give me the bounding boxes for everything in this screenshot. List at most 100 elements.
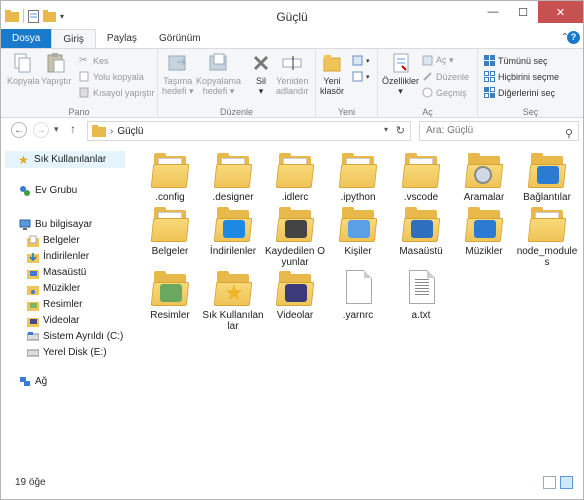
nav-item-homegroup[interactable]: Ev Grubu: [19, 182, 77, 199]
move-to-button[interactable]: Taşıma hedefi ▾: [162, 52, 194, 96]
new-item-icon: [352, 55, 363, 66]
maximize-button[interactable]: ☐: [508, 1, 538, 23]
address-dropdown-icon[interactable]: ▾: [384, 125, 388, 134]
list-item[interactable]: Resimler: [139, 268, 201, 321]
paste-shortcut-button[interactable]: Kısayol yapıştır: [79, 87, 155, 98]
back-button[interactable]: ←: [11, 122, 27, 138]
list-item-label: .ipython: [340, 192, 376, 203]
paste-button[interactable]: Yapıştır: [41, 52, 71, 86]
list-item[interactable]: .yarnrc: [327, 268, 389, 321]
group-open: Özellikler ▾ Aç ▾ Düzenle Geçmiş Aç: [378, 49, 478, 119]
list-item[interactable]: Videolar: [264, 268, 326, 321]
list-item[interactable]: .designer: [202, 150, 264, 203]
properties-button[interactable]: Özellikler ▾: [382, 52, 419, 96]
network-icon: [20, 376, 30, 386]
minimize-button[interactable]: —: [478, 1, 508, 23]
copy-path-button[interactable]: Yolu kopyala: [79, 71, 144, 82]
tab-view[interactable]: Görünüm: [148, 29, 212, 49]
search-input[interactable]: Ara: Güçlü ⚲: [419, 121, 579, 141]
list-item[interactable]: .config: [139, 150, 201, 203]
downloads-icon: [27, 252, 39, 263]
window-controls: — ☐ ✕: [478, 1, 583, 23]
edit-button[interactable]: Düzenle: [422, 71, 469, 82]
tab-share[interactable]: Paylaş: [96, 29, 148, 49]
edit-icon: [423, 72, 432, 81]
list-item[interactable]: Aramalar: [453, 150, 515, 203]
view-switcher: [543, 476, 573, 489]
folder-music-icon: [464, 204, 504, 244]
close-button[interactable]: ✕: [538, 1, 583, 23]
copy-button[interactable]: Kopyala: [7, 52, 40, 86]
tab-file[interactable]: Dosya: [1, 29, 52, 49]
history-button[interactable]: Geçmiş: [422, 87, 467, 98]
paste-shortcut-icon: [79, 87, 89, 98]
search-icon[interactable]: ⚲: [565, 125, 573, 143]
list-item[interactable]: Masaüstü: [390, 204, 452, 257]
delete-button[interactable]: Sil ▾: [250, 52, 272, 96]
select-none-button[interactable]: Hiçbirini seçme: [484, 71, 559, 82]
music-icon: [27, 285, 39, 295]
nav-item-label: Masaüstü: [43, 267, 87, 278]
invert-selection-button[interactable]: Diğerlerini seç: [484, 87, 555, 98]
new-folder-button[interactable]: Yeni klasör: [320, 52, 344, 96]
nav-item-drive-c[interactable]: Sistem Ayrıldı (C:): [27, 328, 123, 345]
list-item[interactable]: ★ Sık Kullanılanlar: [202, 268, 264, 332]
nav-item-videos[interactable]: Videolar: [27, 312, 80, 329]
list-item[interactable]: .idlerc: [264, 150, 326, 203]
nav-item-label: Müzikler: [43, 283, 81, 294]
nav-item-desktop[interactable]: Masaüstü: [27, 264, 86, 281]
nav-item-pictures[interactable]: Resimler: [27, 296, 82, 313]
list-item-label: .designer: [212, 192, 254, 203]
list-item[interactable]: .vscode: [390, 150, 452, 203]
new-item-button[interactable]: ▾: [352, 55, 370, 66]
forward-button[interactable]: →: [33, 122, 49, 138]
nav-item-network[interactable]: Ağ: [19, 373, 47, 390]
documents-icon: [27, 235, 39, 247]
nav-item-this-pc[interactable]: Bu bilgisayar: [19, 216, 92, 233]
select-all-button[interactable]: Tümünü seç: [484, 55, 548, 66]
list-item[interactable]: Bağlantılar: [516, 150, 578, 203]
nav-item-drive-e[interactable]: Yerel Disk (E:): [27, 344, 107, 361]
list-item[interactable]: node_modules: [516, 204, 578, 268]
easy-access-button[interactable]: ▾: [352, 71, 370, 82]
file-icon: [338, 268, 378, 308]
open-label: Aç ▾: [436, 55, 454, 65]
address-bar[interactable]: › Güçlü ▾ ↻: [87, 121, 411, 141]
up-button[interactable]: ↑: [70, 122, 76, 136]
help-icon[interactable]: ?: [567, 31, 580, 44]
title-bar: ▾ Güçlü — ☐ ✕: [1, 1, 583, 31]
details-view-icon[interactable]: [543, 476, 556, 489]
chevron-right-icon[interactable]: ›: [110, 126, 113, 137]
nav-item-music[interactable]: Müzikler: [27, 280, 80, 297]
copy-to-label-2: hedefi ▾: [202, 86, 235, 96]
list-item[interactable]: İndirilenler: [202, 204, 264, 257]
list-item[interactable]: Kişiler: [327, 204, 389, 257]
list-item-label: Belgeler: [151, 246, 189, 257]
nav-item-favorites[interactable]: ★ Sık Kullanılanlar: [5, 151, 125, 168]
copy-to-button[interactable]: Kopyalama hedefi ▾: [196, 52, 241, 96]
list-item-label: Aramalar: [463, 192, 505, 203]
folder-downloads-icon: [213, 204, 253, 244]
nav-item-documents[interactable]: Belgeler: [27, 232, 80, 249]
address-path[interactable]: Güçlü: [117, 126, 143, 137]
list-item[interactable]: Kaydedilen Oyunlar: [264, 204, 326, 268]
folder-docs-icon: [150, 150, 190, 190]
rename-button[interactable]: Yeniden adlandır: [276, 52, 309, 96]
delete-label-2: ▾: [258, 86, 264, 96]
rename-label-1: Yeniden: [276, 76, 309, 86]
list-item[interactable]: .ipython: [327, 150, 389, 203]
list-item[interactable]: Belgeler: [139, 204, 201, 257]
ribbon: Kopyala Yapıştır ✂ Kes Yolu kopyala Kısa…: [1, 48, 583, 119]
refresh-icon[interactable]: ↻: [396, 124, 405, 137]
nav-item-downloads[interactable]: İndirilenler: [27, 248, 89, 265]
list-item[interactable]: a.txt: [390, 268, 452, 321]
properties-label-2: ▾: [398, 86, 403, 96]
folder-icon: [92, 125, 106, 137]
list-item[interactable]: Müzikler: [453, 204, 515, 257]
new-folder-icon: [323, 55, 341, 72]
recent-locations-button[interactable]: ▾: [54, 124, 59, 135]
open-button[interactable]: Aç ▾: [422, 55, 454, 66]
tab-home[interactable]: Giriş: [51, 29, 96, 49]
large-icons-view-icon[interactable]: [560, 476, 573, 489]
cut-button[interactable]: ✂ Kes: [79, 55, 109, 66]
